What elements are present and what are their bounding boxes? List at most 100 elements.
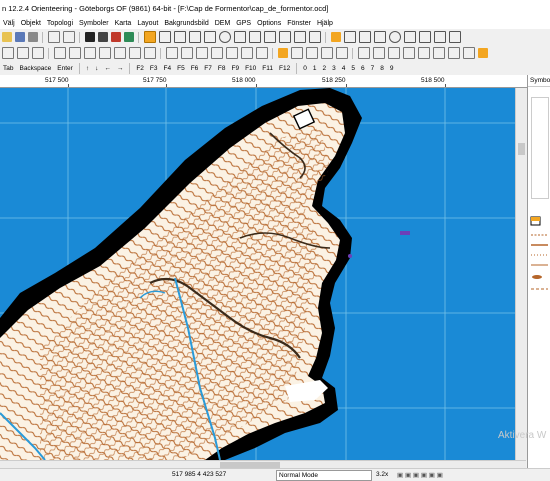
dash-icon[interactable]	[128, 47, 141, 59]
pointer-icon[interactable]	[158, 31, 171, 43]
draw-curve-icon[interactable]	[173, 31, 186, 43]
scale-icon[interactable]	[255, 47, 268, 59]
menu-hjalp[interactable]: Hjälp	[314, 20, 336, 27]
join-icon[interactable]	[53, 47, 66, 59]
key-down[interactable]: ↓	[92, 65, 101, 72]
key-4[interactable]: 4	[339, 65, 349, 72]
key-f9[interactable]: F9	[228, 65, 242, 72]
text-icon[interactable]	[263, 31, 276, 43]
menu-options[interactable]: Options	[254, 20, 284, 27]
menu-gps[interactable]: GPS	[233, 20, 254, 27]
draw-line-icon[interactable]	[188, 31, 201, 43]
menu-objekt[interactable]: Objekt	[18, 20, 44, 27]
pan-icon[interactable]	[403, 31, 416, 43]
symbol-list[interactable]	[531, 97, 549, 199]
key-f6[interactable]: F6	[188, 65, 202, 72]
key-8[interactable]: 8	[377, 65, 387, 72]
key-3[interactable]: 3	[329, 65, 339, 72]
key-left[interactable]: ←	[101, 65, 114, 72]
measure-icon[interactable]	[308, 31, 321, 43]
key-1[interactable]: 1	[310, 65, 320, 72]
forward-icon[interactable]	[462, 47, 475, 59]
open-folder-icon[interactable]	[1, 32, 12, 42]
zoom-fit-icon[interactable]	[402, 47, 415, 59]
circle-tool-icon[interactable]	[388, 31, 401, 43]
key-f4[interactable]: F4	[161, 65, 175, 72]
map-drawing[interactable]	[0, 88, 515, 460]
shape-icon[interactable]	[418, 31, 431, 43]
key-f8[interactable]: F8	[215, 65, 229, 72]
menu-dem[interactable]: DEM	[212, 20, 234, 27]
highlight-icon[interactable]	[277, 48, 288, 58]
node-remove-icon[interactable]	[16, 47, 29, 59]
key-5[interactable]: 5	[348, 65, 358, 72]
vertical-scroll-thumb[interactable]	[518, 143, 525, 155]
line-tool-icon[interactable]	[448, 31, 461, 43]
split-icon[interactable]	[68, 47, 81, 59]
node-add-icon[interactable]	[1, 47, 14, 59]
convert-icon[interactable]	[210, 47, 223, 59]
tool-a-icon[interactable]	[290, 47, 303, 59]
key-f11[interactable]: F11	[259, 65, 276, 72]
cut-line-icon[interactable]	[143, 47, 156, 59]
grid-icon[interactable]	[477, 48, 488, 58]
key-f10[interactable]: F10	[242, 65, 259, 72]
edit-icon[interactable]	[123, 32, 134, 42]
menu-topologi[interactable]: Topologi	[44, 20, 76, 27]
corner-icon[interactable]	[113, 47, 126, 59]
menu-karta[interactable]: Karta	[112, 20, 135, 27]
merge-icon[interactable]	[195, 47, 208, 59]
hand-icon[interactable]	[357, 47, 370, 59]
reverse-icon[interactable]	[83, 47, 96, 59]
key-0[interactable]: 0	[300, 65, 310, 72]
key-enter[interactable]: Enter	[54, 65, 76, 72]
color-icon[interactable]	[110, 32, 121, 42]
key-f3[interactable]: F3	[147, 65, 161, 72]
key-f5[interactable]: F5	[174, 65, 188, 72]
key-backspace[interactable]: Backspace	[16, 65, 54, 72]
key-tab[interactable]: Tab	[0, 65, 16, 72]
menu-bakgrundsbild[interactable]: Bakgrundsbild	[161, 20, 211, 27]
zoom-icon[interactable]	[373, 31, 386, 43]
tool-d-icon[interactable]	[335, 47, 348, 59]
key-right[interactable]: →	[114, 65, 127, 72]
draw-rectangle-icon[interactable]	[203, 31, 216, 43]
zoom-out-icon[interactable]	[387, 47, 400, 59]
symbol-icons[interactable]	[530, 215, 550, 325]
rotate-symbol-icon[interactable]	[240, 47, 253, 59]
key-2[interactable]: 2	[319, 65, 329, 72]
fill-icon[interactable]	[278, 31, 291, 43]
hole-icon[interactable]	[180, 47, 193, 59]
symbol-icon[interactable]	[433, 31, 446, 43]
print-icon[interactable]	[27, 32, 38, 42]
cut-icon[interactable]	[293, 31, 306, 43]
key-9[interactable]: 9	[387, 65, 397, 72]
node-move-icon[interactable]	[31, 47, 44, 59]
tool-b-icon[interactable]	[305, 47, 318, 59]
key-7[interactable]: 7	[368, 65, 378, 72]
map-canvas[interactable]	[0, 88, 515, 460]
key-f2[interactable]: F2	[133, 65, 147, 72]
draw-freehand-icon[interactable]	[233, 31, 246, 43]
fill-area-icon[interactable]	[165, 47, 178, 59]
refresh-icon[interactable]	[432, 47, 445, 59]
redo-icon[interactable]	[62, 31, 75, 43]
tool-c-icon[interactable]	[320, 47, 333, 59]
zoom-prev-icon[interactable]	[417, 47, 430, 59]
duplicate-icon[interactable]	[225, 47, 238, 59]
rotate-icon[interactable]	[358, 31, 371, 43]
menu-symboler[interactable]: Symboler	[76, 20, 112, 27]
key-f12[interactable]: F12	[276, 65, 293, 72]
menu-valj[interactable]: Välj	[0, 20, 18, 27]
fullscreen-icon[interactable]	[84, 32, 95, 42]
select-icon[interactable]	[97, 32, 108, 42]
key-6[interactable]: 6	[358, 65, 368, 72]
menu-fonster[interactable]: Fönster	[284, 20, 314, 27]
key-up[interactable]: ↑	[83, 65, 92, 72]
key-f7[interactable]: F7	[201, 65, 215, 72]
vertical-scrollbar[interactable]	[515, 88, 527, 460]
smooth-icon[interactable]	[98, 47, 111, 59]
menu-layout[interactable]: Layout	[134, 20, 161, 27]
save-icon[interactable]	[14, 32, 25, 42]
select-arrow-icon[interactable]	[143, 31, 156, 43]
